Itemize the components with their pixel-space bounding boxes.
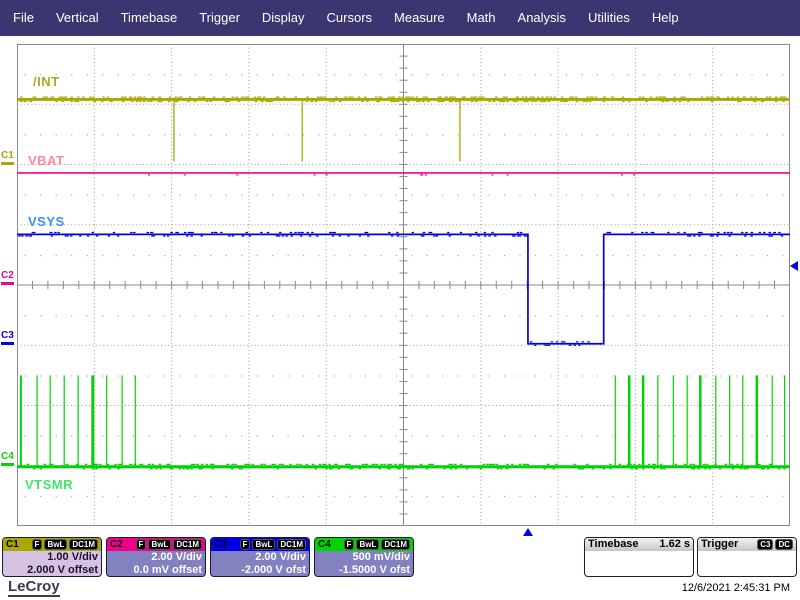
channel-zero-marker <box>1 342 14 345</box>
channel-indicator-label: C1 <box>1 151 16 161</box>
timebase-box[interactable]: Timebase 1.62 s Roll 1.00 s/div 250 kS 2… <box>584 537 694 577</box>
channel-box-c3[interactable]: C3 FBwLDC1M2.00 V/div-2.000 V ofst <box>210 537 310 577</box>
channel-id-label: C2 <box>110 538 123 551</box>
channel-offset-indicator-c4[interactable]: C4 <box>1 452 16 466</box>
channel-box-c1[interactable]: C1 FBwLDC1M1.00 V/div2.000 V offset <box>2 537 102 577</box>
badge-dc1m: DC1M <box>277 539 306 550</box>
channel-vdiv: 2.00 V/div <box>211 551 309 564</box>
badge-bwl: BwL <box>356 539 379 550</box>
menu-item-analysis[interactable]: Analysis <box>507 0 577 36</box>
datetime-label: 12/6/2021 2:45:31 PM <box>682 582 790 594</box>
trace-label-vbat: VBAT <box>28 153 64 168</box>
trigger-box[interactable]: Trigger C3DC Stop 2.26 V Edge Negative <box>697 537 797 577</box>
trigger-level: 2.26 V <box>761 551 793 564</box>
menu-item-measure[interactable]: Measure <box>383 0 456 36</box>
menu-item-file[interactable]: File <box>2 0 45 36</box>
channel-offset-indicator-c2[interactable]: C2 <box>1 271 16 285</box>
waveform-canvas[interactable] <box>17 44 790 526</box>
menu-item-trigger[interactable]: Trigger <box>188 0 251 36</box>
menu-item-cursors[interactable]: Cursors <box>316 0 384 36</box>
lecroy-logo: LeCroy <box>8 579 60 597</box>
badge-dc1m: DC1M <box>69 539 98 550</box>
trigger-badge-dc: DC <box>775 539 793 550</box>
channel-box-header-c3: C3 FBwLDC1M <box>211 538 309 551</box>
menu-item-help[interactable]: Help <box>641 0 690 36</box>
badge-bwl: BwL <box>252 539 275 550</box>
trigger-header: Trigger C3DC <box>698 538 796 551</box>
trace-label-vtsmr: VTSMR <box>25 477 73 492</box>
trigger-source-badges: C3DC <box>755 538 793 551</box>
channel-indicator-label: C4 <box>1 452 16 462</box>
channel-box-header-c2: C2 FBwLDC1M <box>107 538 205 551</box>
timebase-header: Timebase 1.62 s <box>585 538 693 551</box>
channel-box-header-c1: C1 FBwLDC1M <box>3 538 101 551</box>
menu-item-display[interactable]: Display <box>251 0 316 36</box>
menu-item-math[interactable]: Math <box>456 0 507 36</box>
channel-offset: 2.000 V offset <box>3 564 101 577</box>
waveform-plot-area[interactable] <box>17 44 790 526</box>
badge-f: F <box>32 539 43 550</box>
timebase-mode: Roll <box>588 551 609 564</box>
badge-bwl: BwL <box>44 539 67 550</box>
menu-item-vertical[interactable]: Vertical <box>45 0 110 36</box>
channel-zero-marker <box>1 463 14 466</box>
menu-item-timebase[interactable]: Timebase <box>110 0 189 36</box>
timebase-rate: 25 kS/s <box>652 564 690 577</box>
menu-item-utilities[interactable]: Utilities <box>577 0 641 36</box>
badge-dc1m: DC1M <box>173 539 202 550</box>
menu-bar: FileVerticalTimebaseTriggerDisplayCursor… <box>0 0 800 36</box>
trigger-type: Edge <box>701 564 728 577</box>
trigger-badge-c3: C3 <box>757 539 773 550</box>
channel-box-c2[interactable]: C2 FBwLDC1M2.00 V/div0.0 mV offset <box>106 537 206 577</box>
timebase-sdiv: 1.00 s/div <box>640 551 690 564</box>
badge-f: F <box>136 539 147 550</box>
trigger-state: Stop <box>701 551 725 564</box>
channel-id-label: C1 <box>6 538 19 551</box>
channel-box-header-c4: C4 FBwLDC1M <box>315 538 413 551</box>
timebase-value: 1.62 s <box>659 538 690 551</box>
channel-box-c4[interactable]: C4 FBwLDC1M500 mV/div-1.5000 V ofst <box>314 537 414 577</box>
channel-vdiv: 2.00 V/div <box>107 551 205 564</box>
trace-label-vsys: VSYS <box>28 214 65 229</box>
channel-vdiv: 500 mV/div <box>315 551 413 564</box>
channel-id-label: C4 <box>318 538 331 551</box>
timebase-title: Timebase <box>588 538 639 551</box>
oscilloscope-screen: FileVerticalTimebaseTriggerDisplayCursor… <box>0 0 800 600</box>
trigger-level-arrow[interactable] <box>790 261 798 271</box>
channel-offset: 0.0 mV offset <box>107 564 205 577</box>
grid <box>17 44 790 526</box>
timebase-samples: 250 kS <box>588 564 623 577</box>
channel-offset: -2.000 V ofst <box>211 564 309 577</box>
badge-f: F <box>344 539 355 550</box>
channel-indicator-label: C2 <box>1 271 16 281</box>
trigger-time-marker[interactable] <box>523 528 533 536</box>
trigger-slope: Negative <box>747 564 793 577</box>
channel-offset: -1.5000 V ofst <box>315 564 413 577</box>
channel-indicator-label: C3 <box>1 331 16 341</box>
channel-offset-indicator-c3[interactable]: C3 <box>1 331 16 345</box>
badge-bwl: BwL <box>148 539 171 550</box>
badge-dc1m: DC1M <box>381 539 410 550</box>
channel-id-label: C3 <box>214 538 227 551</box>
channel-vdiv: 1.00 V/div <box>3 551 101 564</box>
channel-offset-indicator-c1[interactable]: C1 <box>1 151 16 165</box>
channel-zero-marker <box>1 162 14 165</box>
trigger-title: Trigger <box>701 538 738 551</box>
trace-label-int: /INT <box>33 74 60 89</box>
channel-zero-marker <box>1 282 14 285</box>
badge-f: F <box>240 539 251 550</box>
